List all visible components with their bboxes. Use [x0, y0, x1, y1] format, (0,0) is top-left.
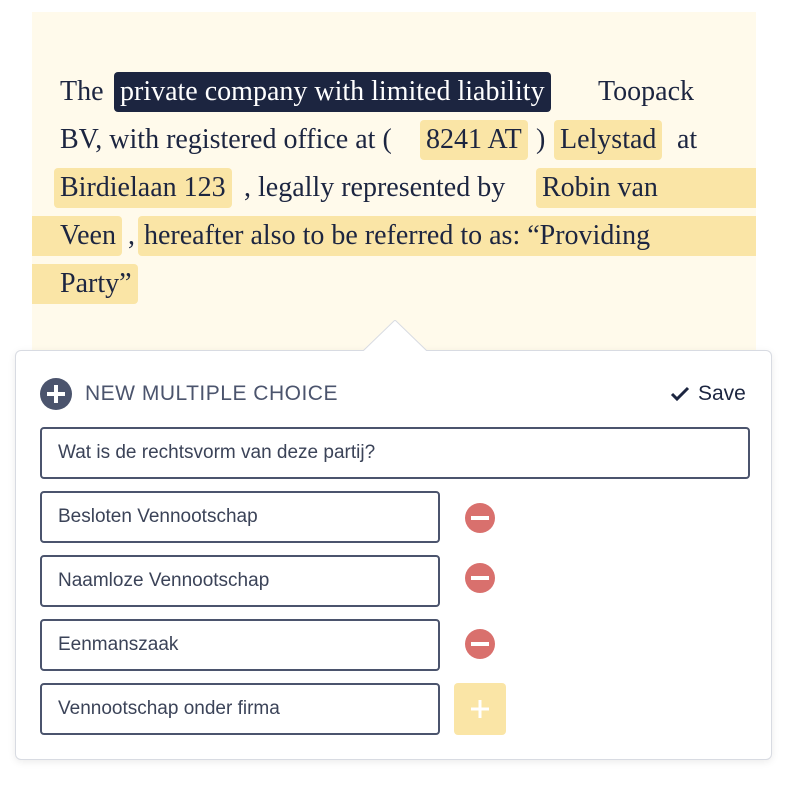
document-text: at: [677, 124, 698, 155]
document-text: , legally represented by: [244, 172, 506, 203]
editor-title: NEW MULTIPLE CHOICE: [85, 382, 338, 405]
save-label: Save: [698, 382, 746, 405]
document-text: ): [536, 124, 546, 155]
highlight-party-name[interactable]: hereafter also to be referred to as: “Pr…: [138, 216, 756, 256]
remove-circle-icon[interactable]: [465, 629, 495, 659]
remove-circle-icon[interactable]: [465, 503, 495, 533]
highlight-address[interactable]: Birdielaan 123: [54, 168, 232, 208]
document-text: The: [60, 76, 104, 107]
document-text: ,: [128, 220, 135, 251]
highlight-representative[interactable]: Robin van: [536, 168, 756, 208]
highlight-representative-continued[interactable]: Veen: [32, 216, 122, 256]
checkmark-icon: [670, 386, 690, 402]
highlight-postcode[interactable]: 8241 AT: [420, 120, 528, 160]
popover-caret: [363, 320, 427, 351]
editor-header: NEW MULTIPLE CHOICE Save: [40, 377, 750, 411]
document-preview: The private company with limited liabili…: [32, 12, 756, 372]
multiple-choice-editor: NEW MULTIPLE CHOICE Save: [15, 350, 772, 760]
option-input[interactable]: [40, 491, 440, 543]
plus-icon: [471, 700, 489, 718]
add-option-button[interactable]: [454, 683, 506, 735]
highlight-party-name-continued[interactable]: Party”: [32, 264, 138, 304]
highlight-city[interactable]: Lelystad: [554, 120, 663, 160]
question-input[interactable]: [40, 427, 750, 479]
option-input[interactable]: [40, 555, 440, 607]
highlight-legal-form-selected[interactable]: private company with limited liability: [114, 72, 551, 112]
remove-circle-icon[interactable]: [465, 563, 495, 593]
new-option-input[interactable]: [40, 683, 440, 735]
save-button[interactable]: Save: [670, 377, 750, 411]
document-text: Toopack: [598, 76, 695, 107]
add-circle-icon[interactable]: [40, 378, 72, 410]
option-input[interactable]: [40, 619, 440, 671]
document-text: BV, with registered office at (: [60, 124, 392, 155]
